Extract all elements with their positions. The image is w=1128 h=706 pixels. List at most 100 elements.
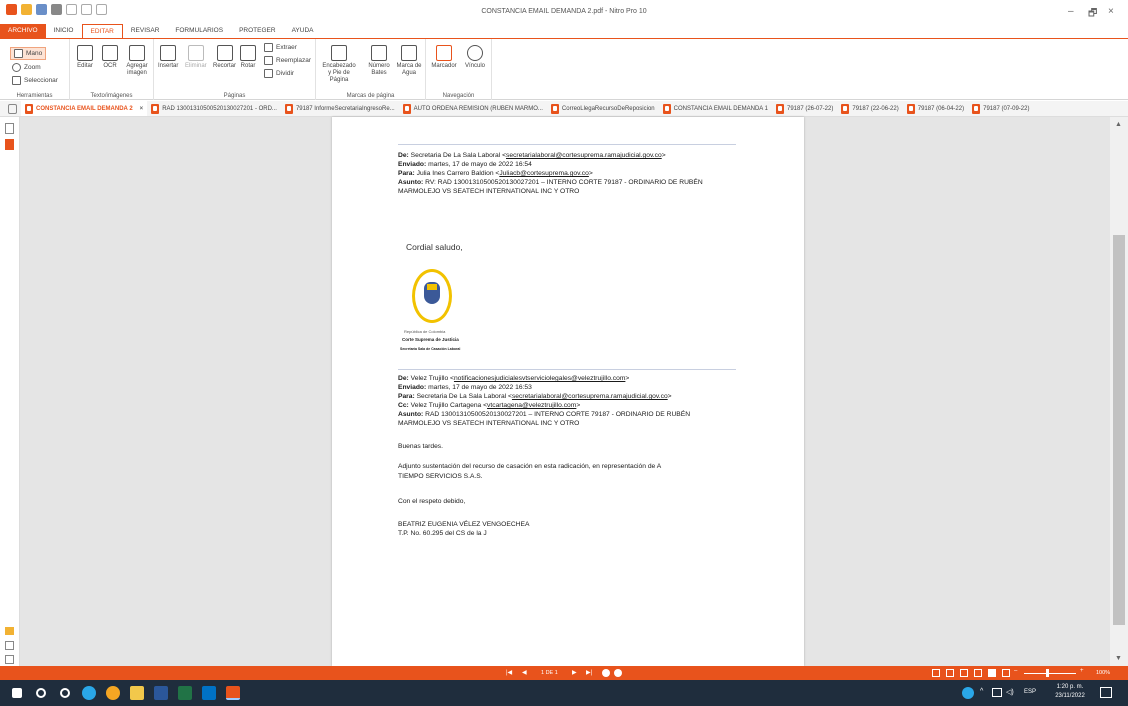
bookmark-icon <box>436 45 452 61</box>
email1-subject-cont: MARMOLEJO VS SEATECH INTERNATIONAL INC Y… <box>398 188 580 195</box>
language-indicator[interactable]: ESP <box>1024 689 1036 695</box>
group-label: Páginas <box>223 93 246 99</box>
rotar-button[interactable]: Rotar <box>240 45 256 70</box>
extraer-button[interactable]: Extraer <box>264 43 297 52</box>
email-link[interactable]: Juliacb@cortesuprema.gov.co <box>499 170 589 177</box>
tab-79187-b[interactable]: 79187 (22-06-22) <box>837 101 902 116</box>
clock-time[interactable]: 1:20 p. m. <box>1052 684 1088 690</box>
scroll-thumb[interactable] <box>1113 235 1125 625</box>
editar-button[interactable]: Editar <box>77 45 93 70</box>
notifications-icon[interactable] <box>1100 687 1112 698</box>
eliminar-button[interactable]: Eliminar <box>185 45 207 70</box>
clock-date[interactable]: 23/11/2022 <box>1050 693 1090 699</box>
group-navegacion: Marcador Vínculo Navegación <box>426 39 492 100</box>
windows-start-icon[interactable] <box>12 688 22 698</box>
fit-width-icon[interactable] <box>1002 669 1010 677</box>
forward-view-icon[interactable] <box>614 669 622 677</box>
zoom-slider[interactable] <box>1024 673 1076 674</box>
vertical-scrollbar[interactable]: ▲ ▼ <box>1110 117 1128 666</box>
menu-archivo[interactable]: ARCHIVO <box>0 24 46 38</box>
tab-79187-d[interactable]: 79187 (07-09-22) <box>968 101 1033 116</box>
select-icon <box>12 76 21 85</box>
menu-ayuda[interactable]: AYUDA <box>284 24 322 38</box>
dividir-button[interactable]: Dividir <box>264 69 294 78</box>
vinculo-button[interactable]: Vínculo <box>462 45 488 70</box>
menu-editar[interactable]: EDITAR <box>81 24 123 38</box>
recortar-button[interactable]: Recortar <box>213 45 236 70</box>
network-icon[interactable] <box>992 688 1002 697</box>
fit-page-icon[interactable] <box>988 669 996 677</box>
first-page-icon[interactable]: |◀ <box>506 669 512 676</box>
word-icon[interactable] <box>154 686 168 700</box>
marcador-button[interactable]: Marcador <box>430 45 458 70</box>
page-panel-icon[interactable] <box>8 103 17 114</box>
output-panel-icon[interactable] <box>5 655 14 664</box>
next-page-icon[interactable]: ▶ <box>572 669 577 676</box>
tab-close-icon[interactable]: × <box>140 106 144 112</box>
nitro-taskbar-icon[interactable] <box>226 686 240 700</box>
restore-button[interactable]: 🗗 <box>1088 6 1097 23</box>
chrome-icon[interactable] <box>106 686 120 700</box>
email-link[interactable]: notificacionesjudicialesvtserviciolegale… <box>454 375 625 382</box>
outlook-icon[interactable] <box>202 686 216 700</box>
continuous-icon[interactable] <box>946 669 954 677</box>
tab-informe[interactable]: 79187 InformeSecretariaIngresoRe... <box>281 101 399 116</box>
ocr-button[interactable]: OCR <box>102 45 118 70</box>
minimize-button[interactable]: – <box>1068 6 1074 17</box>
bookmarks-panel-icon[interactable] <box>5 139 14 150</box>
zoom-out-icon[interactable]: – <box>1014 668 1017 674</box>
marca-agua-button[interactable]: Marca de Agua <box>396 45 422 77</box>
tab-79187-a[interactable]: 79187 (26-07-22) <box>772 101 837 116</box>
menu-revisar[interactable]: REVISAR <box>123 24 168 38</box>
tab-constancia-email-demanda-2[interactable]: CONSTANCIA EMAIL DEMANDA 2 × <box>21 101 148 116</box>
header-footer-icon <box>331 45 347 61</box>
facing-icon[interactable] <box>960 669 968 677</box>
reemplazar-button[interactable]: Reemplazar <box>264 56 311 65</box>
tab-auto-ordena[interactable]: AUTO ORDENA REMISION (RUBEN MARMO... <box>399 101 547 116</box>
close-button[interactable]: × <box>1108 6 1114 17</box>
facing-continuous-icon[interactable] <box>974 669 982 677</box>
tab-constancia-1[interactable]: CONSTANCIA EMAIL DEMANDA 1 <box>659 101 772 116</box>
agregar-imagen-button[interactable]: Agregar imagen <box>124 45 150 77</box>
document-viewer[interactable]: De: Secretaria De La Sala Laboral <secre… <box>20 117 1110 666</box>
seleccionar-button[interactable]: Seleccionar <box>12 76 58 85</box>
page-indicator[interactable]: 1 DE 1 <box>541 670 558 676</box>
cortana-icon[interactable] <box>60 688 70 698</box>
scroll-down-icon[interactable]: ▼ <box>1115 655 1122 662</box>
edge-icon[interactable] <box>82 686 96 700</box>
last-page-icon[interactable]: ▶| <box>586 669 592 676</box>
tab-rad[interactable]: RAD 13001310500520130027201 - ORD... <box>147 101 281 116</box>
pdf-icon <box>662 103 671 114</box>
tray-chevron-icon[interactable]: ^ <box>980 688 983 695</box>
tab-79187-c[interactable]: 79187 (06-04-22) <box>903 101 968 116</box>
zoom-slider-thumb[interactable] <box>1046 669 1049 677</box>
search-icon[interactable] <box>36 688 46 698</box>
email-link[interactable]: vtcartagena@veleztrujillo.com <box>487 402 576 409</box>
single-page-icon[interactable] <box>932 669 940 677</box>
tab-correo[interactable]: CorreoLlegaRecursoDeReposicion <box>547 101 659 116</box>
menu-inicio[interactable]: INICIO <box>46 24 82 38</box>
email2-cc: Cc: Velez Trujillo Cartagena <vtcartagen… <box>398 402 581 409</box>
zoom-button[interactable]: Zoom <box>12 63 41 72</box>
scroll-up-icon[interactable]: ▲ <box>1115 121 1122 128</box>
volume-icon[interactable]: ◁) <box>1006 688 1014 696</box>
zoom-in-icon[interactable]: + <box>1080 668 1084 674</box>
mano-button[interactable]: Mano <box>10 47 47 60</box>
pages-panel-icon[interactable] <box>5 123 14 134</box>
encabezado-button[interactable]: Encabezado y Pie de Página <box>320 45 358 84</box>
insertar-button[interactable]: Insertar <box>158 45 178 70</box>
excel-icon[interactable] <box>178 686 192 700</box>
back-view-icon[interactable] <box>602 669 610 677</box>
attachments-panel-icon[interactable] <box>5 641 14 650</box>
numero-bates-button[interactable]: Número Bates <box>366 45 392 77</box>
menu-proteger[interactable]: PROTEGER <box>231 24 283 38</box>
comments-panel-icon[interactable] <box>5 627 14 635</box>
zoom-level[interactable]: 100% <box>1096 670 1110 676</box>
email-link[interactable]: secretarialaboral@cortesuprema.ramajudic… <box>512 393 668 400</box>
help-icon[interactable] <box>962 687 974 699</box>
prev-page-icon[interactable]: ◀ <box>522 669 527 676</box>
menu-formularios[interactable]: FORMULARIOS <box>167 24 231 38</box>
file-explorer-icon[interactable] <box>130 686 144 700</box>
email-link[interactable]: secretarialaboral@cortesuprema.ramajudic… <box>506 152 662 159</box>
rotar-label: Rotar <box>240 63 256 69</box>
